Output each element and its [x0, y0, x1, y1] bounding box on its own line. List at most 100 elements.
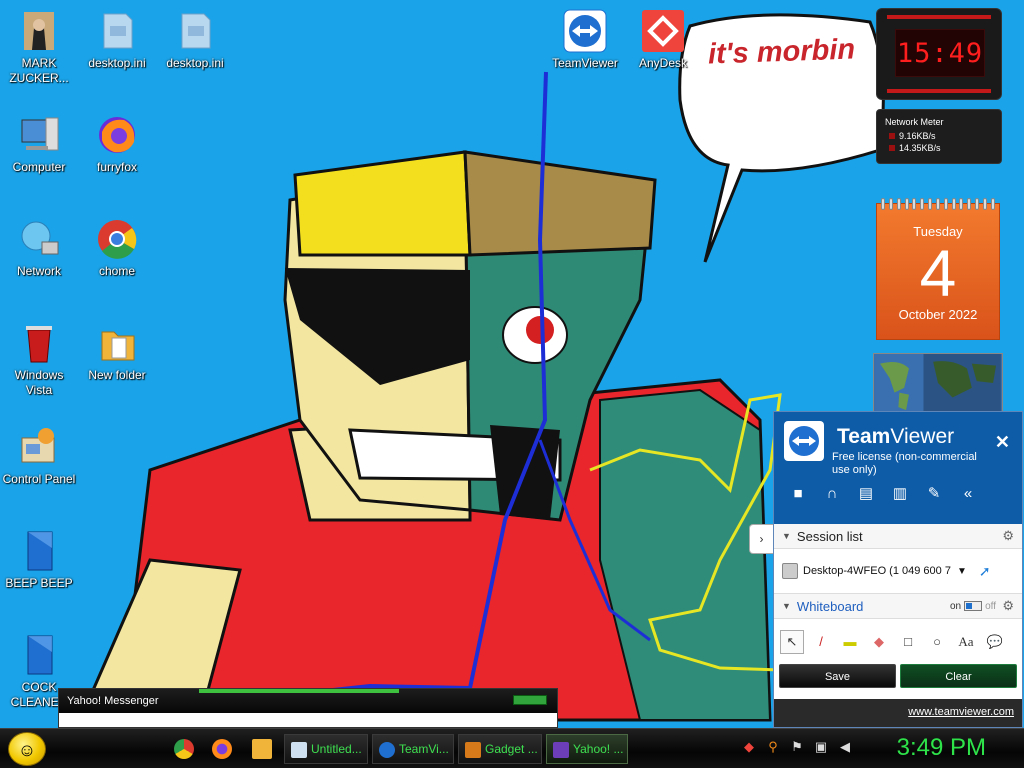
gear-icon[interactable]: ⚙	[1002, 528, 1014, 544]
session-list-header[interactable]: ▼ Session list ⚙	[774, 524, 1022, 549]
teamviewer-brand-bold: Team	[837, 425, 891, 448]
desktop-icon-windows-vista[interactable]: Windows Vista	[0, 320, 78, 398]
eraser-icon[interactable]: ◆	[867, 630, 891, 654]
yahoo-title-bar[interactable]: Yahoo! Messenger	[59, 689, 557, 713]
desktop-icon-label: desktop.ini	[88, 56, 146, 70]
clock-gadget[interactable]: 15:49	[876, 8, 1002, 100]
desktop-icon-beep-beep[interactable]: BEEP BEEP	[0, 528, 78, 591]
control-panel-icon	[21, 428, 55, 463]
desktop-icon-network[interactable]: Network	[0, 216, 78, 279]
firefox-quicklaunch-icon[interactable]	[212, 739, 232, 759]
network-globe-icon	[21, 221, 59, 255]
gear-icon[interactable]: ⚙	[1002, 598, 1014, 614]
desktop-icon-furryfox[interactable]: furryfox	[78, 112, 156, 175]
chevron-down-icon[interactable]: ▼	[957, 566, 967, 577]
start-button[interactable]: ☺	[8, 732, 46, 766]
anydesk-icon	[642, 10, 684, 52]
clock-gadget-time: 15:49	[895, 29, 985, 77]
search-icon[interactable]: ⚲	[764, 738, 782, 756]
desktop-icon-label: chome	[98, 264, 136, 278]
rectangle-icon[interactable]: □	[896, 630, 920, 654]
desktop-icon-desktop-ini-1[interactable]: desktop.ini	[78, 8, 156, 71]
task-label: Yahoo! ...	[573, 742, 624, 756]
save-button[interactable]: Save	[779, 664, 896, 688]
desktop-icon-label: Computer	[12, 160, 66, 174]
network-icon[interactable]: ▣	[812, 738, 830, 756]
ellipse-icon[interactable]: ○	[925, 630, 949, 654]
security-flag-icon[interactable]: ⚑	[788, 738, 806, 756]
folder-quicklaunch-icon[interactable]	[252, 739, 272, 759]
chrome-quicklaunch-icon[interactable]	[174, 739, 194, 759]
desktop-icon-anydesk[interactable]: AnyDesk	[624, 8, 702, 71]
calendar-day: 4	[919, 236, 957, 310]
headset-icon[interactable]: ∩	[822, 484, 842, 504]
clock-strip-top	[887, 15, 991, 19]
text-icon[interactable]: Aa	[954, 630, 978, 654]
desktop-icon-label: Network	[16, 264, 61, 278]
network-meter-gadget[interactable]: Network Meter 9.16KB/s 14.35KB/s	[876, 109, 1002, 164]
session-list-label: Session list	[796, 528, 863, 544]
taskbar-task-notepad[interactable]: Untitled...	[284, 734, 368, 764]
user-icon	[782, 563, 798, 579]
system-tray: ◆ ⚲ ⚑ ▣ ◀	[740, 738, 854, 756]
desktop-icon-teamviewer[interactable]: TeamViewer	[546, 8, 624, 71]
network-up-row: 14.35KB/s	[885, 143, 993, 153]
clock-strip-bottom	[887, 89, 991, 93]
taskbar-task-yahoo[interactable]: Yahoo! ...	[546, 734, 628, 764]
yahoo-status-bar	[513, 695, 547, 705]
blue-file-icon	[27, 531, 53, 571]
title-bar-glow	[199, 689, 399, 693]
desktop-icon-label: furryfox	[96, 160, 137, 174]
clear-button[interactable]: Clear	[900, 664, 1017, 688]
video-camera-icon[interactable]: ■	[788, 484, 808, 504]
pointer-icon[interactable]: ➚	[979, 563, 991, 580]
volume-icon[interactable]: ◀	[836, 738, 854, 756]
teamviewer-website-link[interactable]: www.teamviewer.com	[774, 699, 1022, 727]
task-label: Untitled...	[311, 742, 362, 756]
task-label: TeamVi...	[399, 742, 449, 756]
desktop-icon-label: Windows Vista	[14, 368, 64, 397]
toggle-off-label: off	[985, 600, 996, 612]
teamviewer-license-text: Free license (non-commercial use only)	[832, 451, 977, 476]
collapse-triangle-icon: ▼	[782, 601, 791, 611]
speech-bubble-text: it's morbin	[707, 33, 856, 71]
desktop-icon-label: New folder	[88, 368, 146, 382]
calendar-gadget[interactable]: Tuesday 4 October 2022	[876, 198, 1000, 340]
calendar-month-year: October 2022	[898, 307, 978, 322]
file-transfer-icon[interactable]: ▥	[890, 484, 910, 504]
network-down-speed: 9.16KB/s	[899, 131, 936, 141]
recycle-bin-icon	[26, 326, 52, 363]
taskbar-task-gadget[interactable]: Gadget ...	[458, 734, 542, 764]
expand-panel-button[interactable]: ›	[749, 524, 773, 554]
desktop-icon-label: AnyDesk	[638, 56, 688, 70]
chat-icon[interactable]: ▤	[856, 484, 876, 504]
anydesk-tray-icon[interactable]: ◆	[740, 738, 758, 756]
whiteboard-toggle[interactable]: on off	[950, 601, 996, 612]
desktop-icon-control-panel[interactable]: Control Panel	[0, 424, 78, 487]
collapse-icon[interactable]: «	[958, 484, 978, 504]
notepad-icon	[291, 742, 307, 758]
desktop-icon-label: TeamViewer	[552, 56, 618, 70]
whiteboard-header[interactable]: ▼ Whiteboard on off ⚙	[774, 594, 1022, 619]
desktop-icon-computer[interactable]: Computer	[0, 112, 78, 175]
speech-bubble-icon[interactable]: 💬	[983, 630, 1007, 654]
brush-icon[interactable]: ✎	[924, 484, 944, 504]
taskbar-clock[interactable]: 3:49 PM	[897, 734, 986, 762]
yahoo-icon	[553, 742, 569, 758]
world-map-gadget[interactable]	[873, 353, 1003, 413]
toggle-switch[interactable]	[964, 601, 983, 611]
select-arrow-icon[interactable]: ↖	[780, 629, 804, 654]
folder-icon	[101, 331, 135, 361]
desktop-icon-desktop-ini-2[interactable]: desktop.ini	[156, 8, 234, 71]
taskbar-task-teamviewer[interactable]: TeamVi...	[372, 734, 454, 764]
session-item-label: Desktop-4WFEO (1 049 600 7	[803, 565, 951, 577]
highlighter-icon[interactable]: ▬	[838, 630, 862, 654]
close-icon[interactable]: ✕	[995, 432, 1010, 453]
yahoo-messenger-window[interactable]: Yahoo! Messenger	[58, 688, 558, 728]
desktop-icon-chome[interactable]: chome	[78, 216, 156, 279]
upload-indicator	[889, 145, 895, 151]
desktop-icon-new-folder[interactable]: New folder	[78, 320, 156, 383]
desktop-icon-mark-zuckerberg[interactable]: MARK ZUCKER...	[0, 8, 78, 86]
pen-icon[interactable]: /	[809, 630, 833, 654]
session-item[interactable]: Desktop-4WFEO (1 049 600 7 ▼ ➚	[774, 549, 1022, 594]
